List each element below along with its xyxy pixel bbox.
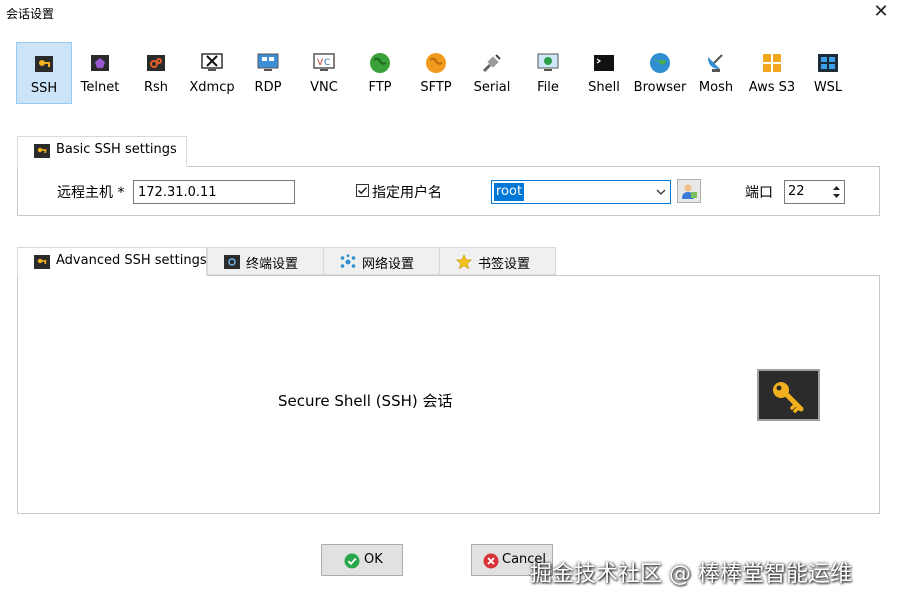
session-type-telnet[interactable]: Telnet xyxy=(72,42,128,104)
terminal-icon xyxy=(594,55,614,71)
ok-button[interactable]: OK xyxy=(321,544,403,576)
serial-plug-icon xyxy=(482,54,501,73)
telnet-icon xyxy=(91,55,109,71)
username-value: root xyxy=(494,183,525,201)
advanced-settings-panel: Secure Shell (SSH) 会话 xyxy=(17,275,880,514)
tab-terminal-settings[interactable]: 终端设置 xyxy=(207,247,324,275)
session-type-toolbar: SSH Telnet Rsh Xdmcp RDP VC VNC FTP SFTP… xyxy=(16,42,856,106)
key-icon xyxy=(34,144,50,158)
cancel-circle-icon xyxy=(483,553,499,569)
chevron-down-icon xyxy=(656,189,666,195)
session-type-vnc[interactable]: VC VNC xyxy=(296,42,352,104)
title-bar: 会话设置 ✕ xyxy=(0,0,898,26)
tab-label: Advanced SSH settings xyxy=(56,253,207,268)
tab-label: Basic SSH settings xyxy=(56,142,177,157)
tab-advanced-ssh-settings[interactable]: Advanced SSH settings xyxy=(17,247,207,276)
rsh-icon xyxy=(147,55,165,71)
network-icon xyxy=(340,254,356,268)
session-type-label: WSL xyxy=(813,80,843,95)
browser-globe-icon xyxy=(650,53,670,73)
star-icon xyxy=(456,254,472,270)
specify-username-checkbox[interactable] xyxy=(356,184,369,197)
session-type-mosh[interactable]: Mosh xyxy=(688,42,744,104)
close-icon[interactable]: ✕ xyxy=(872,2,890,22)
key-icon xyxy=(34,255,50,269)
svg-text:V: V xyxy=(317,58,324,68)
port-value: 22 xyxy=(788,184,805,199)
check-circle-icon xyxy=(344,553,360,569)
port-spinbox[interactable]: 22 xyxy=(784,180,845,204)
session-type-browser[interactable]: Browser xyxy=(632,42,688,104)
sftp-globe-icon xyxy=(426,53,446,73)
port-label: 端口 xyxy=(745,185,773,201)
ssh-key-badge xyxy=(757,369,820,421)
session-type-ftp[interactable]: FTP xyxy=(352,42,408,104)
basic-settings-panel: 远程主机 * 指定用户名 root 端口 22 xyxy=(17,166,880,216)
tab-bookmark-settings[interactable]: 书签设置 xyxy=(439,247,556,275)
key-icon xyxy=(773,382,804,413)
ok-label: OK xyxy=(364,552,383,567)
session-type-aws-s3[interactable]: Aws S3 xyxy=(744,42,800,104)
windows-logo-icon xyxy=(818,54,838,72)
session-type-rsh[interactable]: Rsh xyxy=(128,42,184,104)
session-description: Secure Shell (SSH) 会话 xyxy=(278,392,453,410)
username-combobox[interactable]: root xyxy=(491,180,671,204)
session-type-wsl[interactable]: WSL xyxy=(800,42,856,104)
session-type-rdp[interactable]: RDP xyxy=(240,42,296,104)
session-type-ssh[interactable]: SSH xyxy=(16,42,72,104)
tab-network-settings[interactable]: 网络设置 xyxy=(323,247,440,275)
session-type-xdmcp[interactable]: Xdmcp xyxy=(184,42,240,104)
tab-label: 书签设置 xyxy=(478,257,531,272)
session-type-file[interactable]: File xyxy=(520,42,576,104)
window-title: 会话设置 xyxy=(6,7,55,21)
svg-text:C: C xyxy=(324,58,330,68)
spin-arrows-icon[interactable] xyxy=(832,183,841,201)
file-monitor-icon xyxy=(537,53,559,71)
remote-host-label: 远程主机 * xyxy=(57,185,125,201)
terminal-settings-icon xyxy=(224,255,240,269)
tab-label: 终端设置 xyxy=(246,257,299,272)
vnc-monitor-icon: VC xyxy=(313,53,335,71)
satellite-dish-icon xyxy=(708,54,723,72)
ftp-globe-icon xyxy=(370,53,390,73)
remote-host-input[interactable] xyxy=(133,180,295,204)
tab-basic-ssh-settings[interactable]: Basic SSH settings xyxy=(17,136,187,167)
rdp-monitor-icon xyxy=(257,53,279,71)
session-type-serial[interactable]: Serial xyxy=(464,42,520,104)
session-type-sftp[interactable]: SFTP xyxy=(408,42,464,104)
session-type-shell[interactable]: Shell xyxy=(576,42,632,104)
user-manager-button[interactable] xyxy=(677,179,701,203)
xdmcp-icon xyxy=(201,53,223,71)
user-icon xyxy=(682,184,697,199)
ssh-key-icon xyxy=(35,56,53,72)
tab-label: 网络设置 xyxy=(362,257,415,272)
aws-s3-cubes-icon xyxy=(763,54,781,72)
specify-username-label: 指定用户名 xyxy=(372,185,442,201)
watermark: 掘金技术社区 @ 棒棒堂智能运维 xyxy=(530,562,852,587)
